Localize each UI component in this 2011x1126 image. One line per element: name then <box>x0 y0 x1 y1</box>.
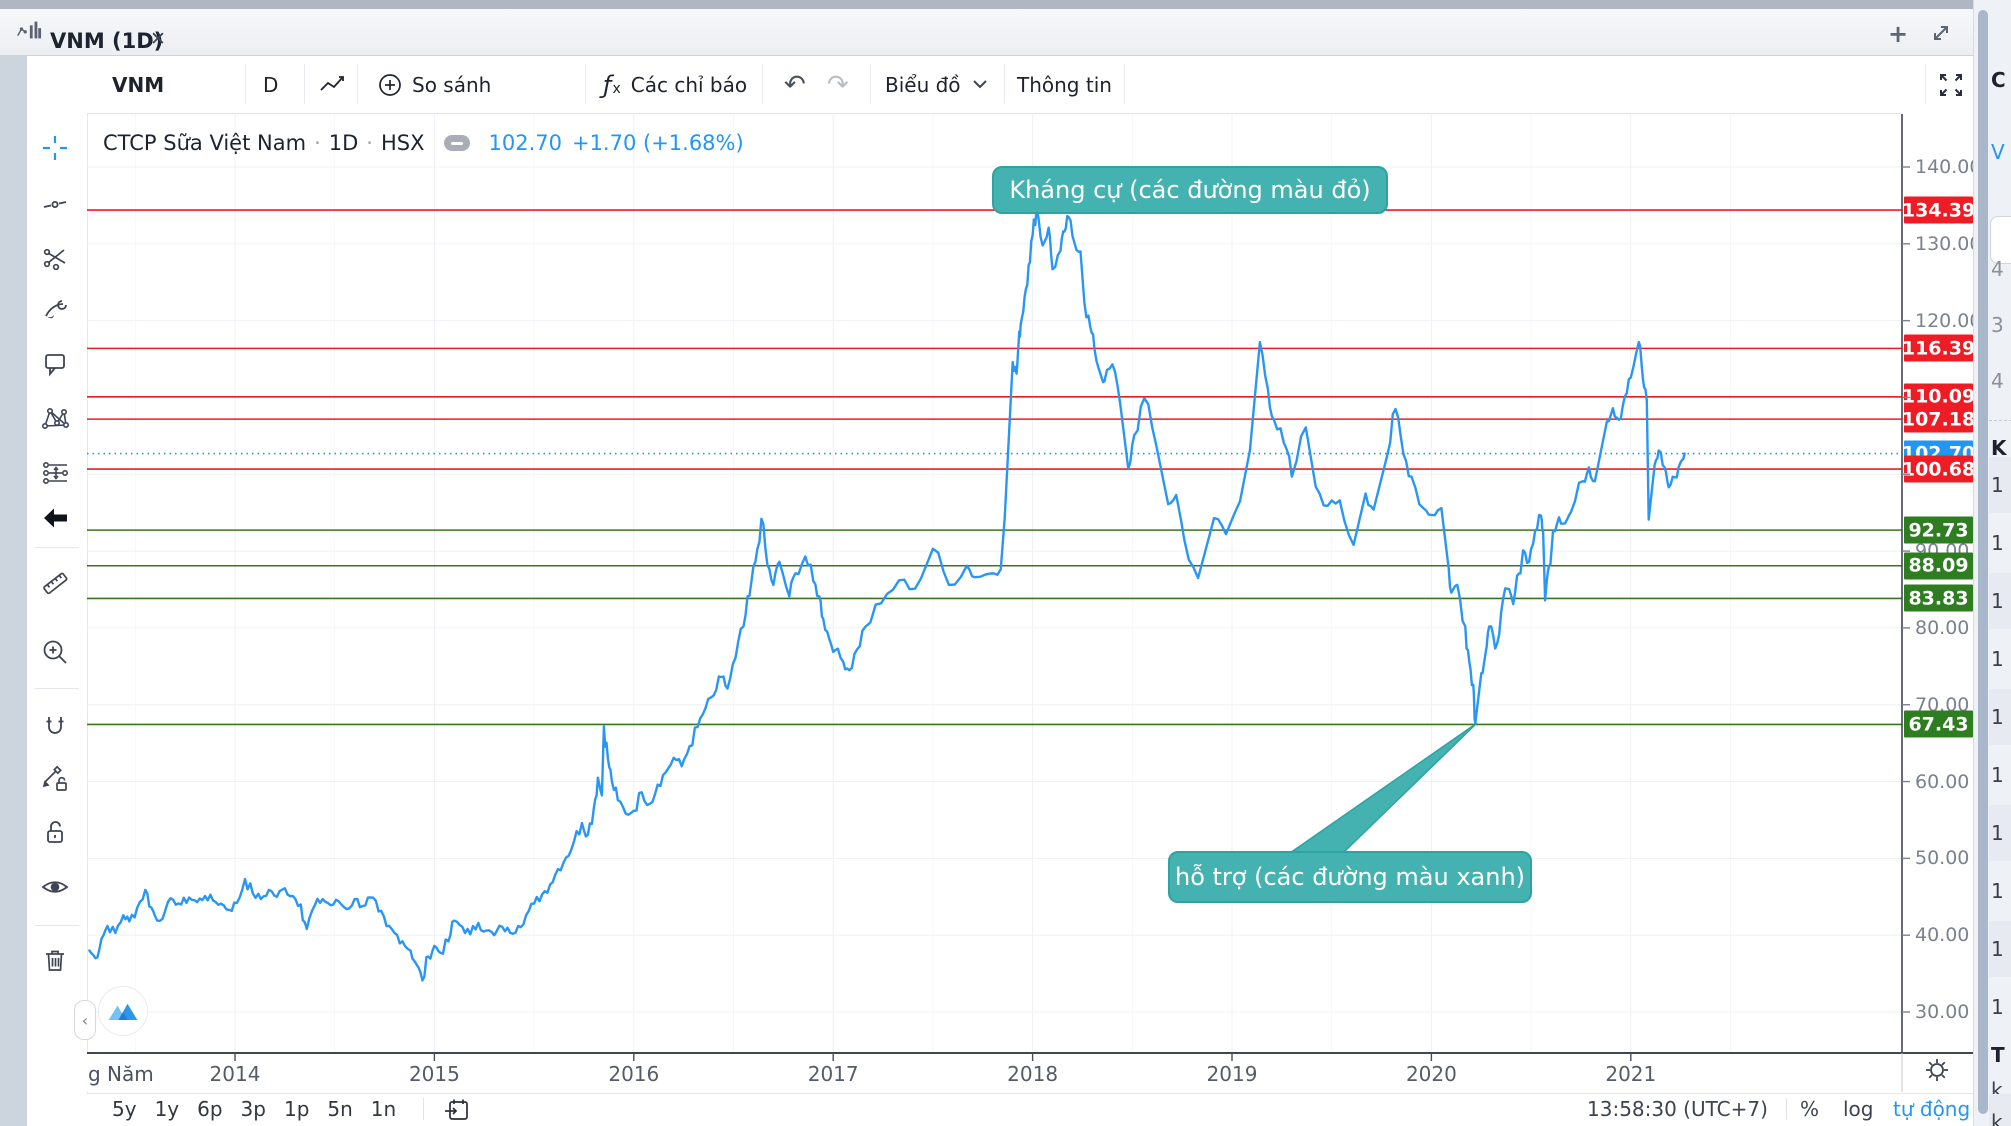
legend-price: 102.70 <box>488 131 561 155</box>
legend-change: +1.70 (+1.68%) <box>572 131 744 155</box>
support-annotation[interactable]: hỗ trợ (các đường màu xanh) <box>1168 851 1532 903</box>
mountain-logo-icon <box>105 996 141 1026</box>
trading-terminal: ‹ VNM (1D) ✕ + VNM D So sánh <box>0 0 2011 1126</box>
legend-interval: 1D <box>329 131 359 155</box>
broker-logo <box>98 986 148 1036</box>
resistance-annotation[interactable]: Kháng cự (các đường màu đỏ) <box>992 166 1388 214</box>
chart-legend[interactable]: CTCP Sữa Việt Nam · 1D · HSX 102.70 +1.7… <box>103 129 744 157</box>
sidebar-collapse-button[interactable]: ‹ <box>74 1000 96 1040</box>
hide-series-button[interactable] <box>444 135 470 151</box>
legend-exchange: HSX <box>381 131 425 155</box>
symbol-name: CTCP Sữa Việt Nam <box>103 131 306 155</box>
support-annotation-tail <box>1290 723 1477 853</box>
